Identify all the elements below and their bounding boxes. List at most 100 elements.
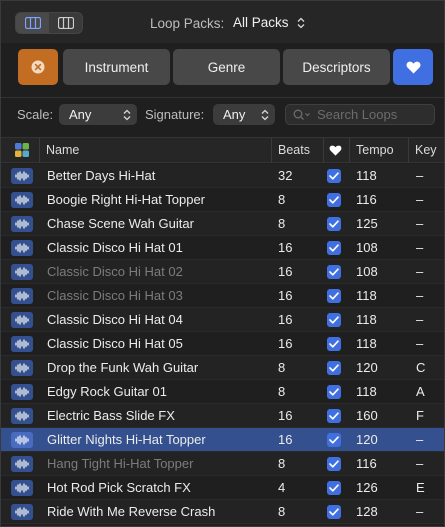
loop-beats: 16 (278, 432, 293, 447)
beats-column-header[interactable]: Beats (271, 138, 323, 163)
checkmark-icon (329, 412, 339, 420)
loop-beats: 16 (278, 336, 293, 351)
table-row[interactable]: Edgy Rock Guitar 01 8 118 A (1, 380, 444, 404)
favorite-checkbox[interactable] (327, 481, 341, 495)
checkmark-icon (329, 364, 339, 372)
loop-tempo: 126 (356, 480, 378, 495)
favorite-checkbox[interactable] (327, 193, 341, 207)
loop-key: – (416, 456, 424, 471)
signature-label: Signature: (145, 107, 205, 122)
loop-tempo: 120 (356, 360, 378, 375)
favorite-checkbox[interactable] (327, 217, 341, 231)
descriptors-filter-button[interactable]: Descriptors (283, 49, 390, 85)
table-row[interactable]: Ride With Me Reverse Crash 8 128 – (1, 500, 444, 524)
loop-key: A (416, 384, 425, 399)
loop-key: – (416, 264, 424, 279)
loop-table-body: Better Days Hi-Hat 32 118 – Boogie Right Hi-… (1, 164, 444, 524)
favorite-checkbox[interactable] (327, 289, 341, 303)
genre-filter-button[interactable]: Genre (173, 49, 280, 85)
audio-loop-icon (11, 408, 33, 424)
checkmark-icon (329, 508, 339, 516)
loop-key: – (416, 240, 424, 255)
loop-name: Classic Disco Hi Hat 04 (47, 312, 183, 327)
loop-tempo: 108 (356, 264, 378, 279)
checkmark-icon (329, 244, 339, 252)
view-button-columns[interactable] (16, 13, 49, 33)
tempo-column-header[interactable]: Tempo (349, 138, 408, 163)
loop-key: – (416, 168, 424, 183)
checkmark-icon (329, 436, 339, 444)
key-column-header[interactable]: Key (408, 138, 444, 163)
table-row[interactable]: Classic Disco Hi Hat 02 16 108 – (1, 260, 444, 284)
loop-name: Drop the Funk Wah Guitar (47, 360, 199, 375)
loop-key: – (416, 504, 424, 519)
table-row[interactable]: Hot Rod Pick Scratch FX 4 126 E (1, 476, 444, 500)
loop-name: Classic Disco Hi Hat 03 (47, 288, 183, 303)
scale-popup[interactable]: Any (59, 104, 137, 125)
instrument-filter-button[interactable]: Instrument (63, 49, 170, 85)
type-column-header[interactable] (9, 138, 39, 163)
favorite-checkbox[interactable] (327, 409, 341, 423)
loop-beats: 8 (278, 216, 286, 231)
checkmark-icon (329, 172, 339, 180)
favorite-checkbox[interactable] (327, 337, 341, 351)
signature-value: Any (223, 107, 246, 122)
table-row[interactable]: Classic Disco Hi Hat 01 16 108 – (1, 236, 444, 260)
audio-loop-icon (11, 432, 33, 448)
table-row[interactable]: Electric Bass Slide FX 16 160 F (1, 404, 444, 428)
loop-packs-popup[interactable]: All Packs (233, 15, 305, 30)
table-row[interactable]: Glitter Nights Hi-Hat Topper 16 120 – (1, 428, 444, 452)
table-row[interactable]: Drop the Funk Wah Guitar 8 120 C (1, 356, 444, 380)
loop-name: Classic Disco Hi Hat 01 (47, 240, 183, 255)
loop-tempo: 116 (356, 456, 377, 471)
search-icon (293, 109, 310, 120)
loop-packs-value: All Packs (233, 15, 289, 30)
loop-packs-label: Loop Packs: (150, 16, 225, 31)
favorite-checkbox[interactable] (327, 385, 341, 399)
favorites-filter-button[interactable] (393, 49, 433, 85)
loop-key: – (416, 288, 424, 303)
filter-button-bar: Instrument Genre Descriptors (1, 43, 444, 89)
name-column-header[interactable]: Name (39, 138, 271, 163)
favorite-checkbox[interactable] (327, 265, 341, 279)
table-row[interactable]: Classic Disco Hi Hat 03 16 118 – (1, 284, 444, 308)
table-row[interactable]: Better Days Hi-Hat 32 118 – (1, 164, 444, 188)
loop-beats: 8 (278, 192, 286, 207)
updown-chevron-icon (123, 109, 131, 120)
loop-tempo: 118 (356, 336, 377, 351)
favorite-checkbox[interactable] (327, 361, 341, 375)
loop-name: Ride With Me Reverse Crash (47, 504, 216, 519)
loop-tempo: 118 (356, 312, 377, 327)
favorite-checkbox[interactable] (327, 313, 341, 327)
loop-name: Electric Bass Slide FX (47, 408, 175, 423)
table-row[interactable]: Hang Tight Hi-Hat Topper 8 116 – (1, 452, 444, 476)
favorite-checkbox[interactable] (327, 169, 341, 183)
loop-name: Classic Disco Hi Hat 02 (47, 264, 183, 279)
search-loops-field[interactable]: Search Loops (285, 104, 435, 125)
table-row[interactable]: Classic Disco Hi Hat 05 16 118 – (1, 332, 444, 356)
loop-tempo: 118 (356, 288, 377, 303)
loop-key: F (416, 408, 424, 423)
loop-beats: 8 (278, 360, 286, 375)
favorite-checkbox[interactable] (327, 505, 341, 519)
loop-name: Chase Scene Wah Guitar (47, 216, 194, 231)
signature-popup[interactable]: Any (213, 104, 275, 125)
favorite-checkbox[interactable] (327, 457, 341, 471)
favorite-column-header[interactable] (323, 138, 349, 163)
loop-beats: 4 (278, 480, 286, 495)
loop-beats: 32 (278, 168, 293, 183)
table-row[interactable]: Boogie Right Hi-Hat Topper 8 116 – (1, 188, 444, 212)
favorite-checkbox[interactable] (327, 241, 341, 255)
loop-name: Better Days Hi-Hat (47, 168, 156, 183)
view-button-browser[interactable] (49, 13, 82, 33)
loop-key: – (416, 336, 424, 351)
audio-loop-icon (11, 480, 33, 496)
audio-loop-icon (11, 240, 33, 256)
loop-tempo: 125 (356, 216, 378, 231)
loop-key: – (416, 432, 424, 447)
loop-beats: 16 (278, 288, 293, 303)
reset-filters-button[interactable] (18, 49, 58, 85)
table-row[interactable]: Chase Scene Wah Guitar 8 125 – (1, 212, 444, 236)
favorite-checkbox[interactable] (327, 433, 341, 447)
table-row[interactable]: Classic Disco Hi Hat 04 16 118 – (1, 308, 444, 332)
